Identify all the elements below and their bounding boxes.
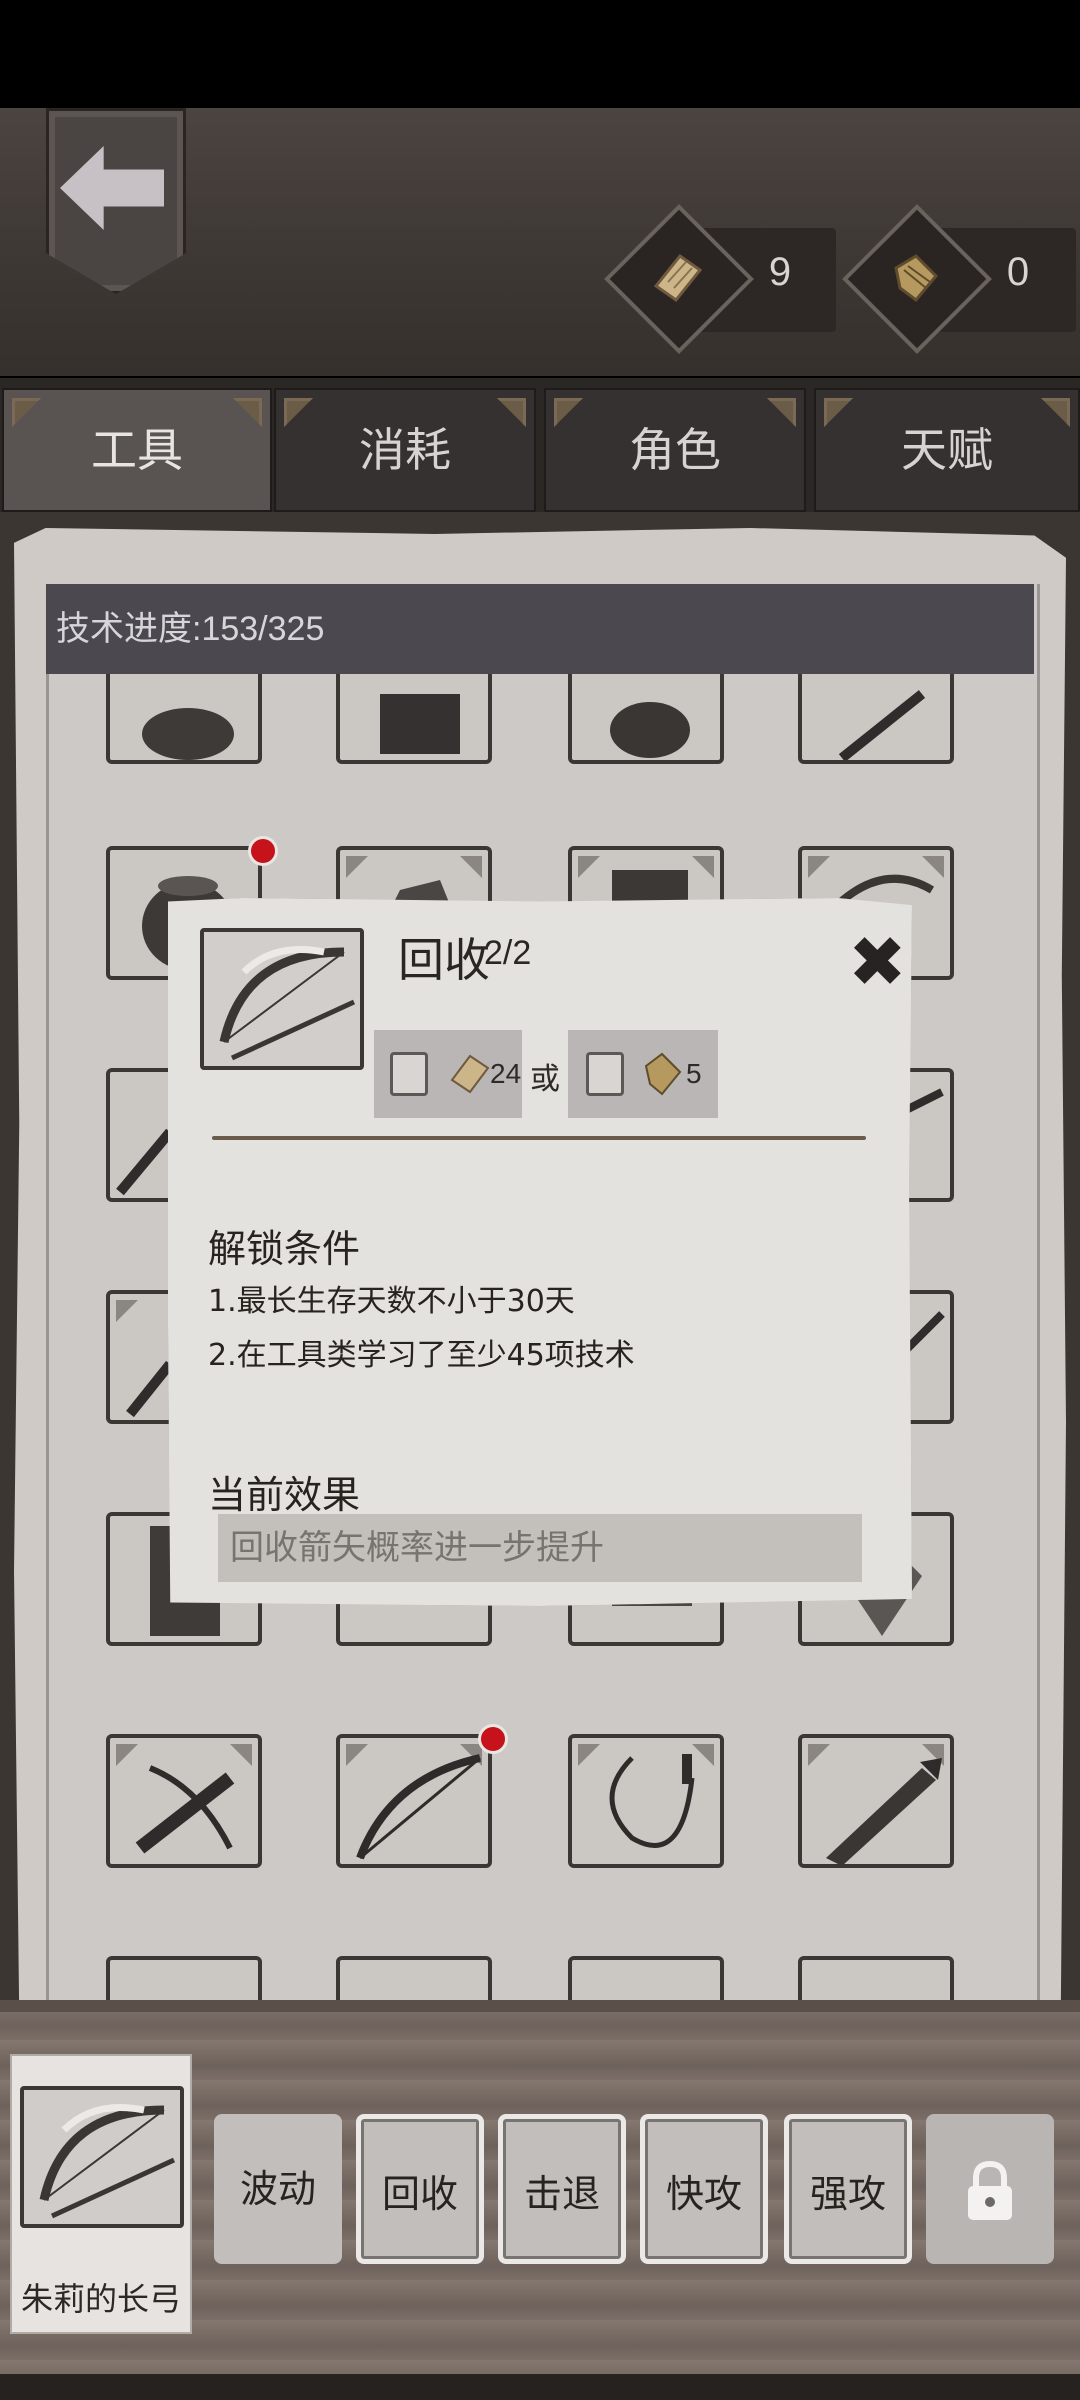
bottom-bar-base: [0, 2374, 1080, 2400]
parchment-scroll-icon: [653, 253, 703, 303]
unlock-title: 解锁条件: [208, 1227, 361, 1271]
skill-label: 强攻: [809, 2172, 886, 2216]
tech-book-icon: [644, 1052, 682, 1096]
padlock-icon: [968, 2160, 1012, 2220]
tech-slot[interactable]: [568, 1956, 724, 2000]
unlock-condition-2: 2.在工具类学习了至少45项技术: [208, 1338, 635, 1373]
tech-slot[interactable]: [798, 674, 954, 764]
skill-label: 回收: [381, 2172, 458, 2216]
tab-consumables[interactable]: 消耗: [274, 388, 536, 512]
tech-slot[interactable]: [106, 1956, 262, 2000]
cost-scroll-amount: 24: [490, 1058, 522, 1089]
tech-slot-composite-bow[interactable]: [336, 1734, 492, 1868]
tech-row-1: [46, 674, 1034, 764]
status-bar: [0, 0, 1080, 108]
parchment-scroll-icon: [450, 1054, 490, 1094]
tab-tools[interactable]: 工具: [2, 388, 272, 512]
tech-slot[interactable]: [336, 1956, 492, 2000]
dialog-divider: [212, 1136, 866, 1140]
tech-slot[interactable]: [798, 1956, 954, 2000]
locked-skill-slot[interactable]: [926, 2114, 1054, 2264]
tech-slot-crossbow[interactable]: [106, 1734, 262, 1868]
tab-tools-label: 工具: [91, 423, 183, 477]
tab-talent-label: 天赋: [901, 423, 993, 477]
close-icon[interactable]: ✖: [848, 927, 907, 997]
notification-dot: [248, 836, 278, 866]
tech-slot-sword[interactable]: [798, 1734, 954, 1868]
tech-slot-whip[interactable]: [568, 1734, 724, 1868]
equipped-weapon-name: 朱莉的长弓: [20, 2280, 181, 2318]
notification-dot: [478, 1724, 508, 1754]
longbow-icon: [219, 946, 356, 1061]
skill-label: 快攻: [665, 2172, 742, 2216]
cost-book-amount: 5: [686, 1058, 702, 1089]
tech-slot[interactable]: [106, 674, 262, 764]
cost-or-label: 或: [530, 1062, 560, 1097]
currency-scroll-value: 9: [768, 250, 792, 294]
dialog-title: 回收: [398, 933, 490, 987]
effect-text: 回收箭矢概率进一步提升: [218, 1514, 862, 1582]
tech-slot[interactable]: [568, 674, 724, 764]
dialog-title-count: 2/2: [484, 934, 532, 972]
cost-scroll-checkbox[interactable]: [390, 1052, 428, 1096]
skill-quick-attack-button[interactable]: 快攻: [640, 2114, 768, 2264]
tab-talent[interactable]: 天赋: [814, 388, 1080, 512]
tech-slot[interactable]: [336, 674, 492, 764]
skill-heavy-attack-button[interactable]: 强攻: [784, 2114, 912, 2264]
skill-wave-button[interactable]: 波动: [214, 2114, 342, 2264]
tech-progress: 技术进度:153/325: [46, 584, 1034, 674]
unlock-condition-1: 1.最长生存天数不小于30天: [208, 1284, 575, 1319]
tech-row-7: [46, 1956, 1034, 2000]
tech-book-icon: [894, 254, 939, 303]
skill-label: 击退: [523, 2172, 600, 2216]
dialog-item-frame: [200, 928, 364, 1070]
tab-character-label: 角色: [629, 423, 721, 477]
bottom-bar-edge: [0, 2000, 1080, 2012]
currency-book-value: 0: [1006, 250, 1030, 294]
tab-character[interactable]: 角色: [544, 388, 806, 512]
equipped-weapon-frame: [20, 2086, 184, 2228]
effect-title: 当前效果: [208, 1473, 361, 1517]
cost-book-checkbox[interactable]: [586, 1052, 624, 1096]
skill-knockback-button[interactable]: 击退: [498, 2114, 626, 2264]
skill-recycle-button[interactable]: 回收: [356, 2114, 484, 2264]
tab-consumables-label: 消耗: [359, 423, 451, 477]
skill-label: 波动: [239, 2167, 316, 2211]
longbow-icon: [39, 2104, 176, 2219]
